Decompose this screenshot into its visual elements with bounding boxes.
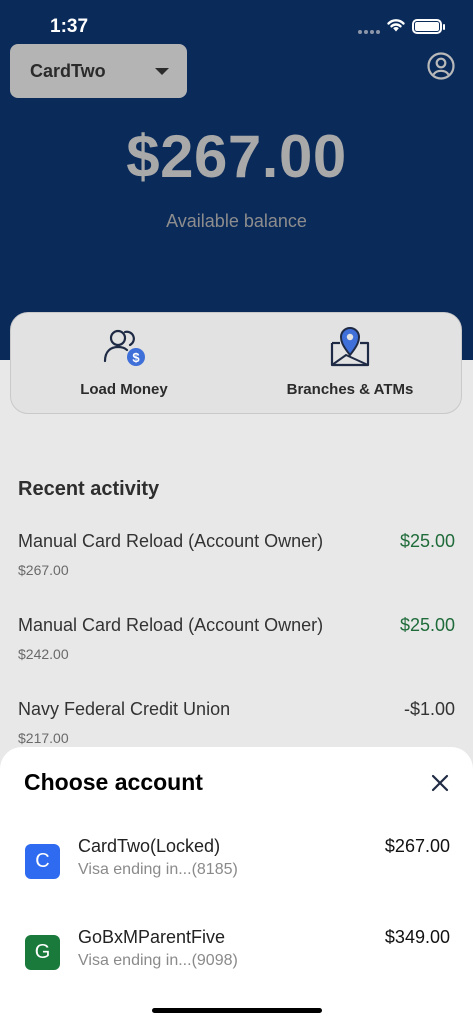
- account-subtitle: Visa ending in...(9098): [78, 952, 238, 969]
- account-name: GoBxMParentFive: [78, 927, 226, 947]
- account-name: CardTwo(Locked): [78, 836, 221, 856]
- home-indicator[interactable]: [152, 1008, 322, 1013]
- close-icon[interactable]: [428, 771, 452, 795]
- choose-account-sheet: Choose account C CardTwo(Locked) Visa en…: [0, 747, 473, 1024]
- account-option[interactable]: G GoBxMParentFive Visa ending in...(9098…: [0, 927, 473, 1015]
- app-screen: 1:37 CardTwo $267.00 Available balance $: [0, 0, 473, 1024]
- account-amount: $267.00: [384, 836, 450, 856]
- account-avatar: G: [25, 935, 60, 970]
- account-option[interactable]: C CardTwo(Locked) Visa ending in...(8185…: [0, 836, 473, 924]
- account-subtitle: Visa ending in...(8185): [78, 861, 238, 878]
- account-amount: $349.00: [384, 927, 450, 947]
- account-avatar: C: [25, 844, 60, 879]
- sheet-title: Choose account: [24, 769, 203, 795]
